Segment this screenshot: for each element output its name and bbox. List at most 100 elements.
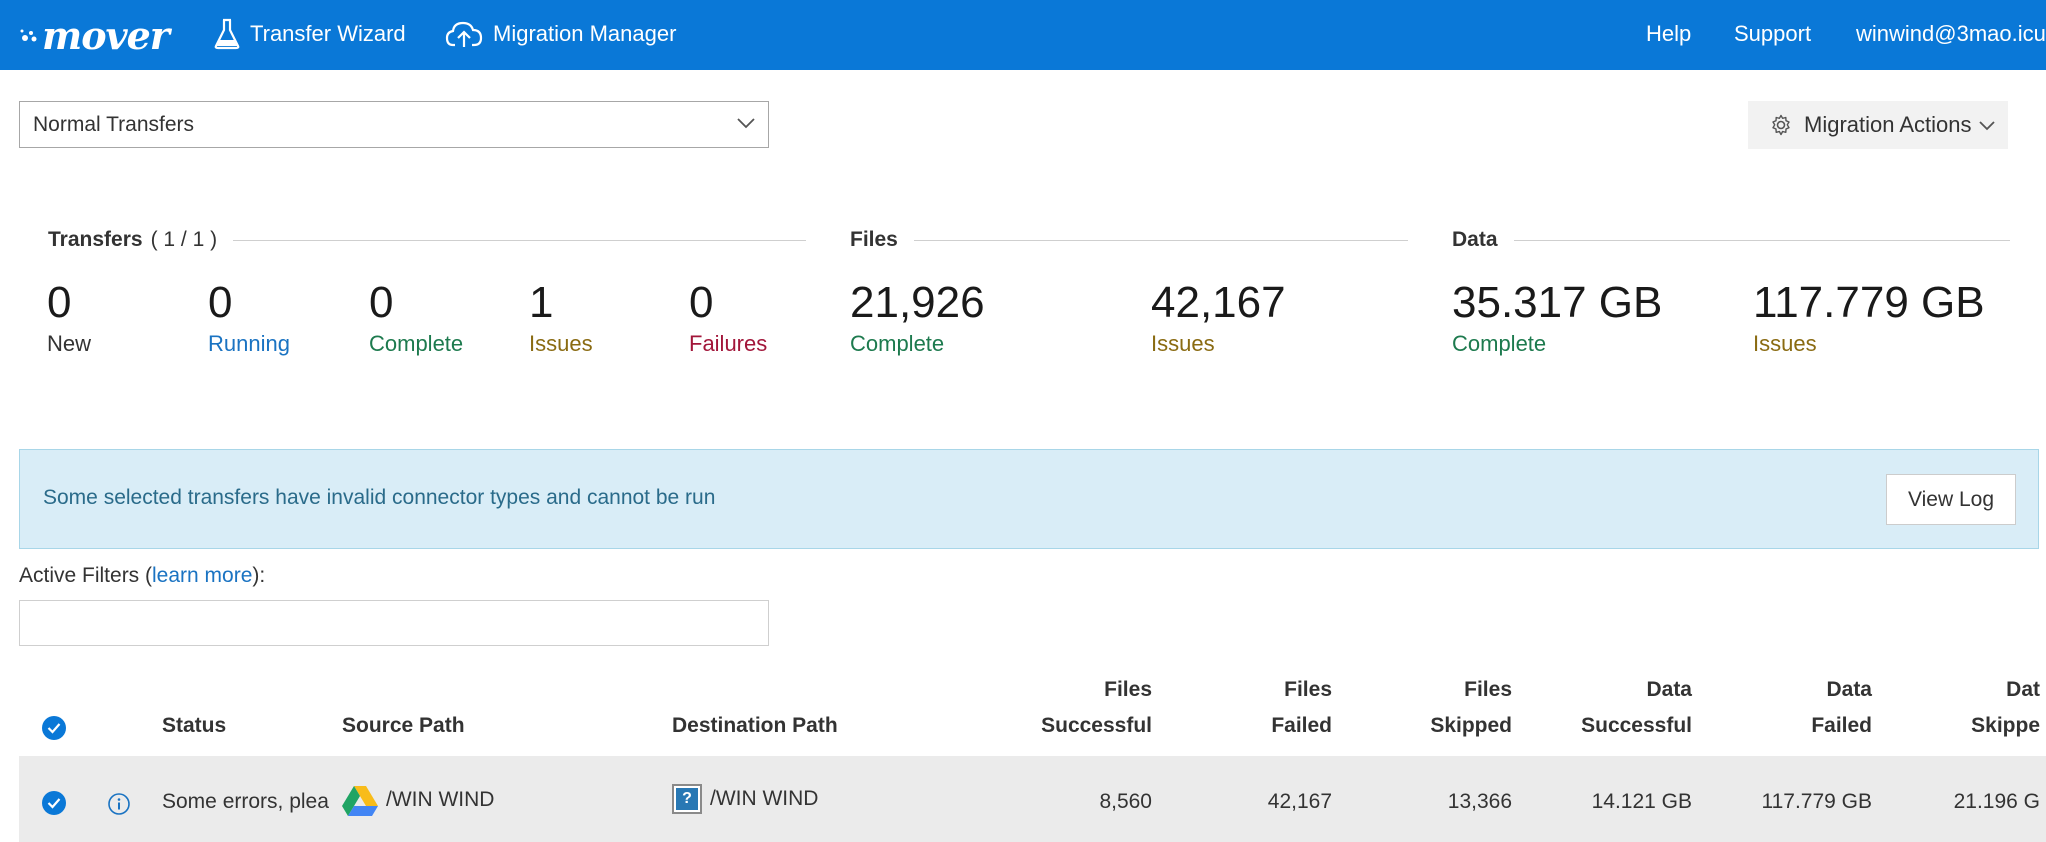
stat-value: 0 xyxy=(47,278,72,327)
gear-icon xyxy=(1772,114,1790,136)
invalid-connector-alert: Some selected transfers have invalid con… xyxy=(19,449,2039,549)
header-line-2: Failed xyxy=(1271,714,1332,737)
stat-transfers-running[interactable]: 0 Running xyxy=(208,276,290,358)
stat-value: 0 xyxy=(369,278,394,327)
column-header-destination-path[interactable]: Destination Path xyxy=(672,708,838,744)
section-divider xyxy=(1513,239,2010,241)
active-filters-label: Active Filters (learn more): xyxy=(19,564,265,588)
logo-splash-icon xyxy=(20,29,37,42)
header-line-1: Data xyxy=(1646,678,1692,701)
row-files-successful: 8,560 xyxy=(1099,790,1152,813)
logo-text: mover xyxy=(42,12,170,58)
stat-files-complete[interactable]: 21,926 Complete xyxy=(850,276,985,358)
mover-logo[interactable]: mover xyxy=(18,10,170,60)
header-line-2: Failed xyxy=(1811,714,1872,737)
files-section-header: Files xyxy=(850,228,1408,252)
row-files-skipped: 13,366 xyxy=(1447,790,1512,813)
check-icon xyxy=(47,798,61,809)
nav-migration-manager-label: Migration Manager xyxy=(493,21,677,46)
stat-label: Complete xyxy=(369,331,464,356)
column-header-files-failed[interactable]: Files Failed xyxy=(1180,672,1332,744)
data-title: Data xyxy=(1452,228,1498,251)
stat-value: 42,167 xyxy=(1151,278,1286,327)
header-line-1: Files xyxy=(1464,678,1512,701)
transfers-title: Transfers xyxy=(48,228,143,251)
stat-label: Complete xyxy=(850,331,945,356)
header-line-2: Skipped xyxy=(1430,714,1512,737)
stat-value: 0 xyxy=(208,278,233,327)
nav-transfer-wizard-label: Transfer Wizard xyxy=(250,21,406,46)
migration-actions-label: Migration Actions xyxy=(1804,112,1972,137)
header-line-1: Data xyxy=(1826,678,1872,701)
source-path-text: /WIN WIND xyxy=(386,788,495,811)
column-header-status[interactable]: Status xyxy=(162,708,226,744)
stat-data-complete[interactable]: 35.317 GB Complete xyxy=(1452,276,1662,358)
flask-icon xyxy=(214,18,240,50)
top-nav-bar: mover Transfer Wizard Migration Manager … xyxy=(0,0,2046,70)
transfer-type-select[interactable]: Normal Transfers xyxy=(19,101,769,148)
header-line-1: Files xyxy=(1104,678,1152,701)
alert-message: Some selected transfers have invalid con… xyxy=(43,486,716,509)
stat-transfers-failures[interactable]: 0 Failures xyxy=(689,276,767,358)
stat-transfers-issues[interactable]: 1 Issues xyxy=(529,276,593,358)
stat-transfers-complete[interactable]: 0 Complete xyxy=(369,276,463,358)
stat-label: Issues xyxy=(529,331,593,356)
data-section-header: Data xyxy=(1452,228,2010,252)
stat-label: Failures xyxy=(689,331,768,356)
column-header-source-path[interactable]: Source Path xyxy=(342,708,465,744)
row-files-failed: 42,167 xyxy=(1267,790,1332,813)
header-line-1: Files xyxy=(1284,678,1332,701)
stat-value: 0 xyxy=(689,278,714,327)
nav-user-account[interactable]: winwind@3mao.icu xyxy=(1856,0,2046,68)
column-header-files-skipped[interactable]: Files Skipped xyxy=(1360,672,1512,744)
header-line-2: Successful xyxy=(1041,714,1152,737)
nav-transfer-wizard[interactable]: Transfer Wizard xyxy=(214,0,406,68)
destination-path-text: /WIN WIND xyxy=(710,787,819,810)
stat-value: 21,926 xyxy=(850,278,985,327)
info-icon[interactable] xyxy=(107,792,131,816)
transfer-type-value: Normal Transfers xyxy=(33,112,195,136)
stat-data-issues[interactable]: 117.779 GB Issues xyxy=(1753,276,1985,358)
stat-label: New xyxy=(47,331,92,356)
active-filters-suffix: ): xyxy=(252,564,266,587)
column-header-data-successful[interactable]: Data Successful xyxy=(1540,672,1692,744)
row-select-checkbox[interactable] xyxy=(42,791,66,815)
section-divider xyxy=(913,239,1408,241)
google-drive-icon xyxy=(342,786,378,816)
stat-transfers-new[interactable]: 0 New xyxy=(47,276,91,358)
column-header-data-skipped[interactable]: Dat Skippe xyxy=(1900,672,2040,744)
row-data-skipped: 21.196 G xyxy=(1953,790,2040,813)
view-log-button[interactable]: View Log xyxy=(1886,474,2016,525)
header-line-2: Skippe xyxy=(1971,714,2040,737)
column-header-data-failed[interactable]: Data Failed xyxy=(1720,672,1872,744)
section-divider xyxy=(233,239,806,241)
stat-label: Issues xyxy=(1151,331,1215,356)
stat-label: Running xyxy=(208,331,290,356)
files-title: Files xyxy=(850,228,898,251)
unknown-connector-icon: ? xyxy=(672,784,702,814)
stat-value: 117.779 GB xyxy=(1753,278,1985,327)
nav-support[interactable]: Support xyxy=(1734,0,1811,68)
row-status: Some errors, plea xyxy=(162,790,329,813)
nav-migration-manager[interactable]: Migration Manager xyxy=(445,0,676,68)
row-source-path: /WIN WIND xyxy=(342,784,494,816)
check-icon xyxy=(47,723,61,734)
chevron-down-icon xyxy=(1978,121,1995,131)
row-destination-path: ? /WIN WIND xyxy=(672,784,818,814)
stat-value: 35.317 GB xyxy=(1452,278,1663,327)
select-all-checkbox[interactable] xyxy=(42,716,66,740)
stat-label: Complete xyxy=(1452,331,1547,356)
row-data-successful: 14.121 GB xyxy=(1591,790,1692,813)
transfers-count: ( 1 / 1 ) xyxy=(150,228,218,251)
column-header-files-successful[interactable]: Files Successful xyxy=(1000,672,1152,744)
stat-label: Issues xyxy=(1753,331,1817,356)
row-data-failed: 117.779 GB xyxy=(1761,790,1872,813)
learn-more-link[interactable]: learn more xyxy=(152,564,252,587)
migration-actions-button[interactable]: Migration Actions xyxy=(1748,101,2008,149)
header-line-2: Successful xyxy=(1581,714,1692,737)
transfers-section-header: Transfers ( 1 / 1 ) xyxy=(48,228,806,252)
active-filters-input[interactable] xyxy=(19,600,769,646)
stat-files-issues[interactable]: 42,167 Issues xyxy=(1151,276,1286,358)
nav-help[interactable]: Help xyxy=(1646,0,1691,68)
header-line-1: Dat xyxy=(2006,678,2040,701)
